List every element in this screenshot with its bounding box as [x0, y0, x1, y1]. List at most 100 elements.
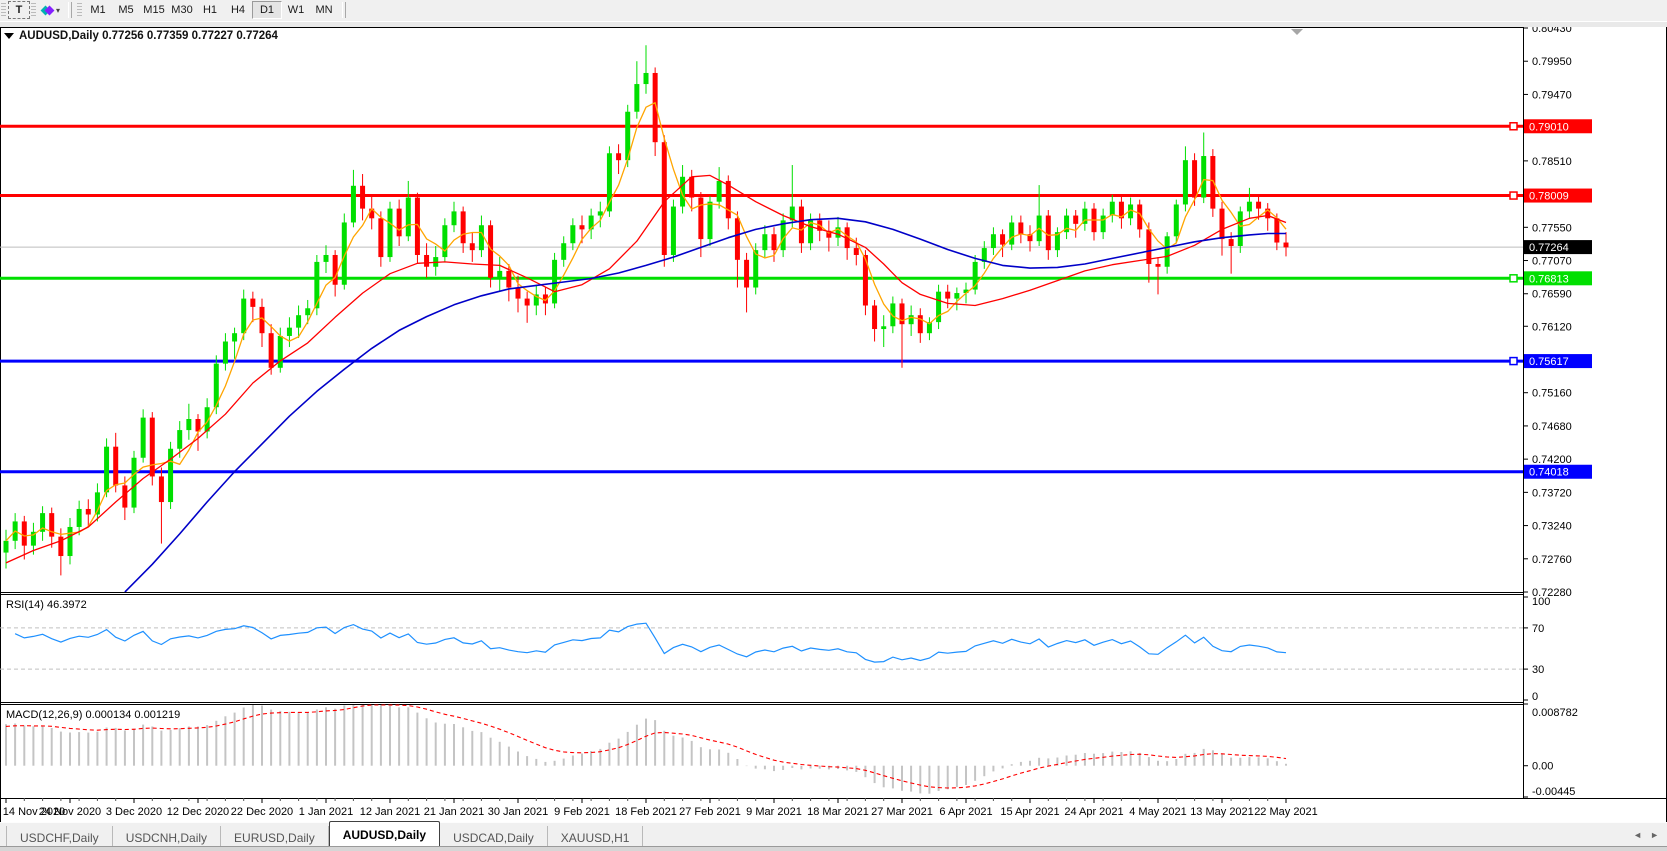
date-tick-label: 24 Apr 2021: [1064, 806, 1123, 818]
candle-body: [397, 209, 402, 237]
candle-body: [305, 308, 310, 315]
candle-body: [1247, 202, 1252, 212]
timeframe-button-m1[interactable]: M1: [84, 2, 112, 18]
candle-body: [1073, 216, 1078, 224]
level-line-handle[interactable]: [1510, 275, 1517, 282]
candle-body: [452, 211, 457, 225]
candle-body: [762, 234, 767, 250]
candle-body: [872, 306, 877, 330]
toolbar-grip[interactable]: [77, 3, 82, 17]
timeframe-button-w1[interactable]: W1: [282, 2, 310, 18]
candle-body: [223, 341, 228, 363]
candle-body: [287, 328, 292, 336]
candle-body: [1201, 156, 1206, 198]
candle-body: [598, 211, 603, 215]
candle-body: [232, 333, 237, 341]
candle-body: [918, 315, 923, 333]
timeframe-toolbar: T ▾ M1M5M15M30H1H4D1W1MN: [0, 0, 1667, 21]
candle-body: [324, 255, 329, 262]
date-tick-label: 18 Mar 2021: [807, 806, 869, 818]
tab-scroll-left-icon[interactable]: ◄: [1633, 830, 1642, 840]
candle-body: [150, 418, 155, 477]
candle-body: [616, 153, 621, 160]
timeframe-button-mn[interactable]: MN: [310, 2, 338, 18]
date-tick-label: 27 Mar 2021: [871, 806, 933, 818]
toolbar-separator: [342, 2, 346, 18]
candle-body: [497, 271, 502, 278]
timeframe-button-m30[interactable]: M30: [168, 2, 196, 18]
macd-label: MACD(12,26,9) 0.000134 0.001219: [6, 709, 180, 721]
timeframe-button-m5[interactable]: M5: [112, 2, 140, 18]
candle-body: [177, 430, 182, 449]
candle-body: [689, 177, 694, 198]
candle-body: [698, 198, 703, 240]
timeframe-button-d1[interactable]: D1: [252, 1, 282, 19]
symbol-tab-audusd[interactable]: AUDUSD,Daily: [329, 821, 440, 847]
candle-body: [1183, 160, 1188, 204]
date-tick-label: 18 Feb 2021: [615, 806, 677, 818]
toolbar-grip[interactable]: [31, 3, 36, 17]
price-tick-label: 0.72760: [1532, 554, 1572, 566]
candle-body: [122, 485, 127, 507]
toolbar-grip[interactable]: [1, 3, 6, 17]
rsi-tick-label: 0: [1532, 691, 1538, 703]
status-strip: [0, 846, 1667, 851]
candle-body: [506, 271, 511, 288]
timeframe-button-h4[interactable]: H4: [224, 2, 252, 18]
chart-scrollbar[interactable]: [0, 20, 1667, 27]
rsi-tick-label: 100: [1532, 596, 1550, 608]
candle-body: [360, 186, 365, 209]
date-tick-label: 12 Dec 2020: [167, 806, 229, 818]
symbol-tab-eurusd[interactable]: EURUSD,Daily: [221, 826, 329, 847]
candle-body: [644, 73, 649, 84]
level-line-handle[interactable]: [1510, 192, 1517, 199]
symbol-tab-usdcad[interactable]: USDCAD,Daily: [440, 826, 548, 847]
candle-body: [1110, 202, 1115, 216]
candle-body: [442, 225, 447, 257]
tab-scroll-right-icon[interactable]: ►: [1650, 830, 1659, 840]
candle-body: [1210, 156, 1215, 209]
candle-body: [1256, 202, 1261, 209]
chevron-down-icon: ▾: [56, 6, 60, 15]
timeframe-button-m15[interactable]: M15: [140, 2, 168, 18]
timeframe-button-h1[interactable]: H1: [196, 2, 224, 18]
objects-palette-button[interactable]: ▾: [38, 2, 64, 18]
text-tool-button[interactable]: T: [8, 1, 30, 19]
candle-body: [580, 225, 585, 229]
rsi-tick-label: 30: [1532, 664, 1544, 676]
price-tick-label: 0.77550: [1532, 222, 1572, 234]
candle-body: [113, 447, 118, 486]
candle-body: [1229, 239, 1234, 246]
level-line-handle[interactable]: [1510, 123, 1517, 130]
candle-body: [516, 288, 521, 299]
symbol-tab-xauusd[interactable]: XAUUSD,H1: [548, 826, 644, 847]
candle-body: [168, 449, 173, 502]
candle-body: [186, 419, 191, 430]
symbol-tab-usdchf[interactable]: USDCHF,Daily: [6, 826, 113, 847]
date-tick-label: 3 Dec 2020: [106, 806, 162, 818]
chart-canvas[interactable]: 0.804300.799500.794700.785100.775500.770…: [0, 27, 1667, 822]
candle-body: [4, 541, 9, 553]
candle-body: [1192, 160, 1197, 197]
candle-body: [570, 225, 575, 243]
candle-body: [772, 234, 777, 250]
candle-body: [49, 513, 54, 537]
candle-body: [854, 248, 859, 255]
candle-body: [68, 527, 73, 556]
candle-body: [141, 418, 146, 458]
price-tick-label: 0.73720: [1532, 487, 1572, 499]
candle-body: [671, 207, 676, 255]
candle-body: [708, 202, 713, 239]
rsi-tick-label: 70: [1532, 623, 1544, 635]
level-line-handle[interactable]: [1510, 358, 1517, 365]
symbol-tab-usdcnh[interactable]: USDCNH,Daily: [113, 826, 221, 847]
price-tick-label: 0.73240: [1532, 521, 1572, 533]
date-tick-label: 1 Jan 2021: [299, 806, 353, 818]
price-tick-label: 0.79950: [1532, 56, 1572, 68]
price-tick-label: 0.76590: [1532, 289, 1572, 301]
candle-body: [561, 243, 566, 260]
price-tick-label: 0.79470: [1532, 89, 1572, 101]
candle-body: [1165, 236, 1170, 266]
date-tick-label: 4 May 2021: [1129, 806, 1186, 818]
level-price-label: 0.75617: [1529, 356, 1569, 368]
